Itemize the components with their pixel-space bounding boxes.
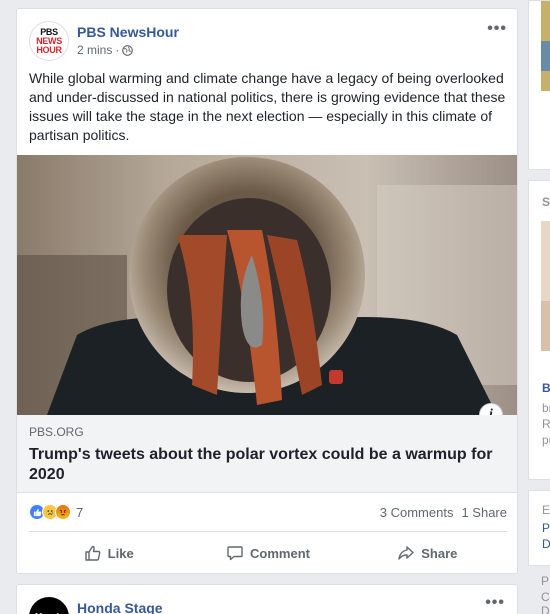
news-feed-post: PBS NEWS HOUR PBS NewsHour 2 mins · ••• … [16, 8, 518, 574]
right-text-fragment-4: pu [542, 433, 550, 447]
like-label: Like [107, 545, 134, 561]
more-options-button[interactable]: ••• [487, 21, 507, 37]
link-domain: PBS.ORG [29, 425, 84, 439]
right-card-top[interactable] [528, 0, 550, 170]
avatar-line-3: HOUR [36, 44, 62, 55]
post-body-text: While global warming and climate change … [29, 70, 506, 143]
next-post-avatar[interactable]: Honda [29, 597, 69, 614]
right-text-fragment-8: P [541, 574, 550, 588]
right-text-fragment-3: R [542, 417, 550, 431]
like-button[interactable]: Like [29, 537, 188, 569]
angry-reaction-icon [55, 504, 71, 520]
reactions-summary[interactable]: 7 [29, 504, 83, 520]
sponsored-ad-image[interactable] [529, 221, 550, 351]
globe-icon[interactable] [122, 44, 134, 56]
right-card-events: E P D [528, 490, 550, 566]
thumbnail-image [541, 1, 550, 91]
post-meta: 2 mins · [77, 43, 134, 57]
right-text-fragment-10: D [541, 604, 550, 614]
thumbs-up-icon [84, 545, 101, 561]
right-card-footer: P C D [528, 574, 550, 614]
right-text-fragment-1[interactable]: B [542, 381, 550, 395]
engagement-stats: 7 3 Comments 1 Share [29, 501, 507, 523]
share-label: Share [421, 545, 458, 561]
right-text-fragment-6[interactable]: P [542, 521, 550, 535]
comment-button[interactable]: Comment [188, 537, 347, 569]
next-post-more-options-button[interactable]: ••• [485, 595, 505, 611]
comment-icon [227, 546, 243, 561]
shares-count-link[interactable]: 1 Share [461, 505, 507, 520]
actions-divider [29, 531, 507, 532]
link-title[interactable]: Trump's tweets about the polar vortex co… [29, 445, 499, 485]
link-preview-caption[interactable]: PBS.ORG Trump's tweets about the polar v… [17, 415, 517, 493]
page-name-link[interactable]: PBS NewsHour [77, 24, 179, 40]
post-actions-bar: Like Comment Share [29, 537, 507, 569]
comments-count-link[interactable]: 3 Comments [380, 505, 454, 520]
meta-separator: · [115, 43, 120, 57]
page-avatar[interactable]: PBS NEWS HOUR [29, 21, 69, 61]
next-post-page-name[interactable]: Honda Stage [77, 600, 163, 614]
comment-share-counts: 3 Comments 1 Share [380, 505, 507, 520]
next-feed-post: Honda Honda Stage ••• [16, 584, 518, 614]
right-text-fragment-5: E [542, 503, 550, 517]
post-timestamp[interactable]: 2 mins [77, 43, 112, 57]
post-header: PBS NEWS HOUR PBS NewsHour 2 mins · ••• [29, 21, 507, 61]
right-text-fragment-9: C [541, 590, 550, 604]
link-preview-image[interactable]: i [17, 155, 517, 415]
right-sidebar-edge: S B br R pu E P D P C D [528, 0, 550, 614]
right-text-fragment-7[interactable]: D [542, 537, 550, 551]
right-text-fragment-2: br [542, 401, 550, 415]
comment-label: Comment [250, 545, 310, 561]
hooded-person-photo [17, 155, 517, 415]
reaction-count[interactable]: 7 [76, 505, 83, 520]
right-card-sponsored: S B br R pu [528, 180, 550, 480]
share-button[interactable]: Share [348, 537, 507, 569]
sponsored-heading-fragment: S [542, 195, 550, 209]
share-arrow-icon [398, 546, 414, 560]
